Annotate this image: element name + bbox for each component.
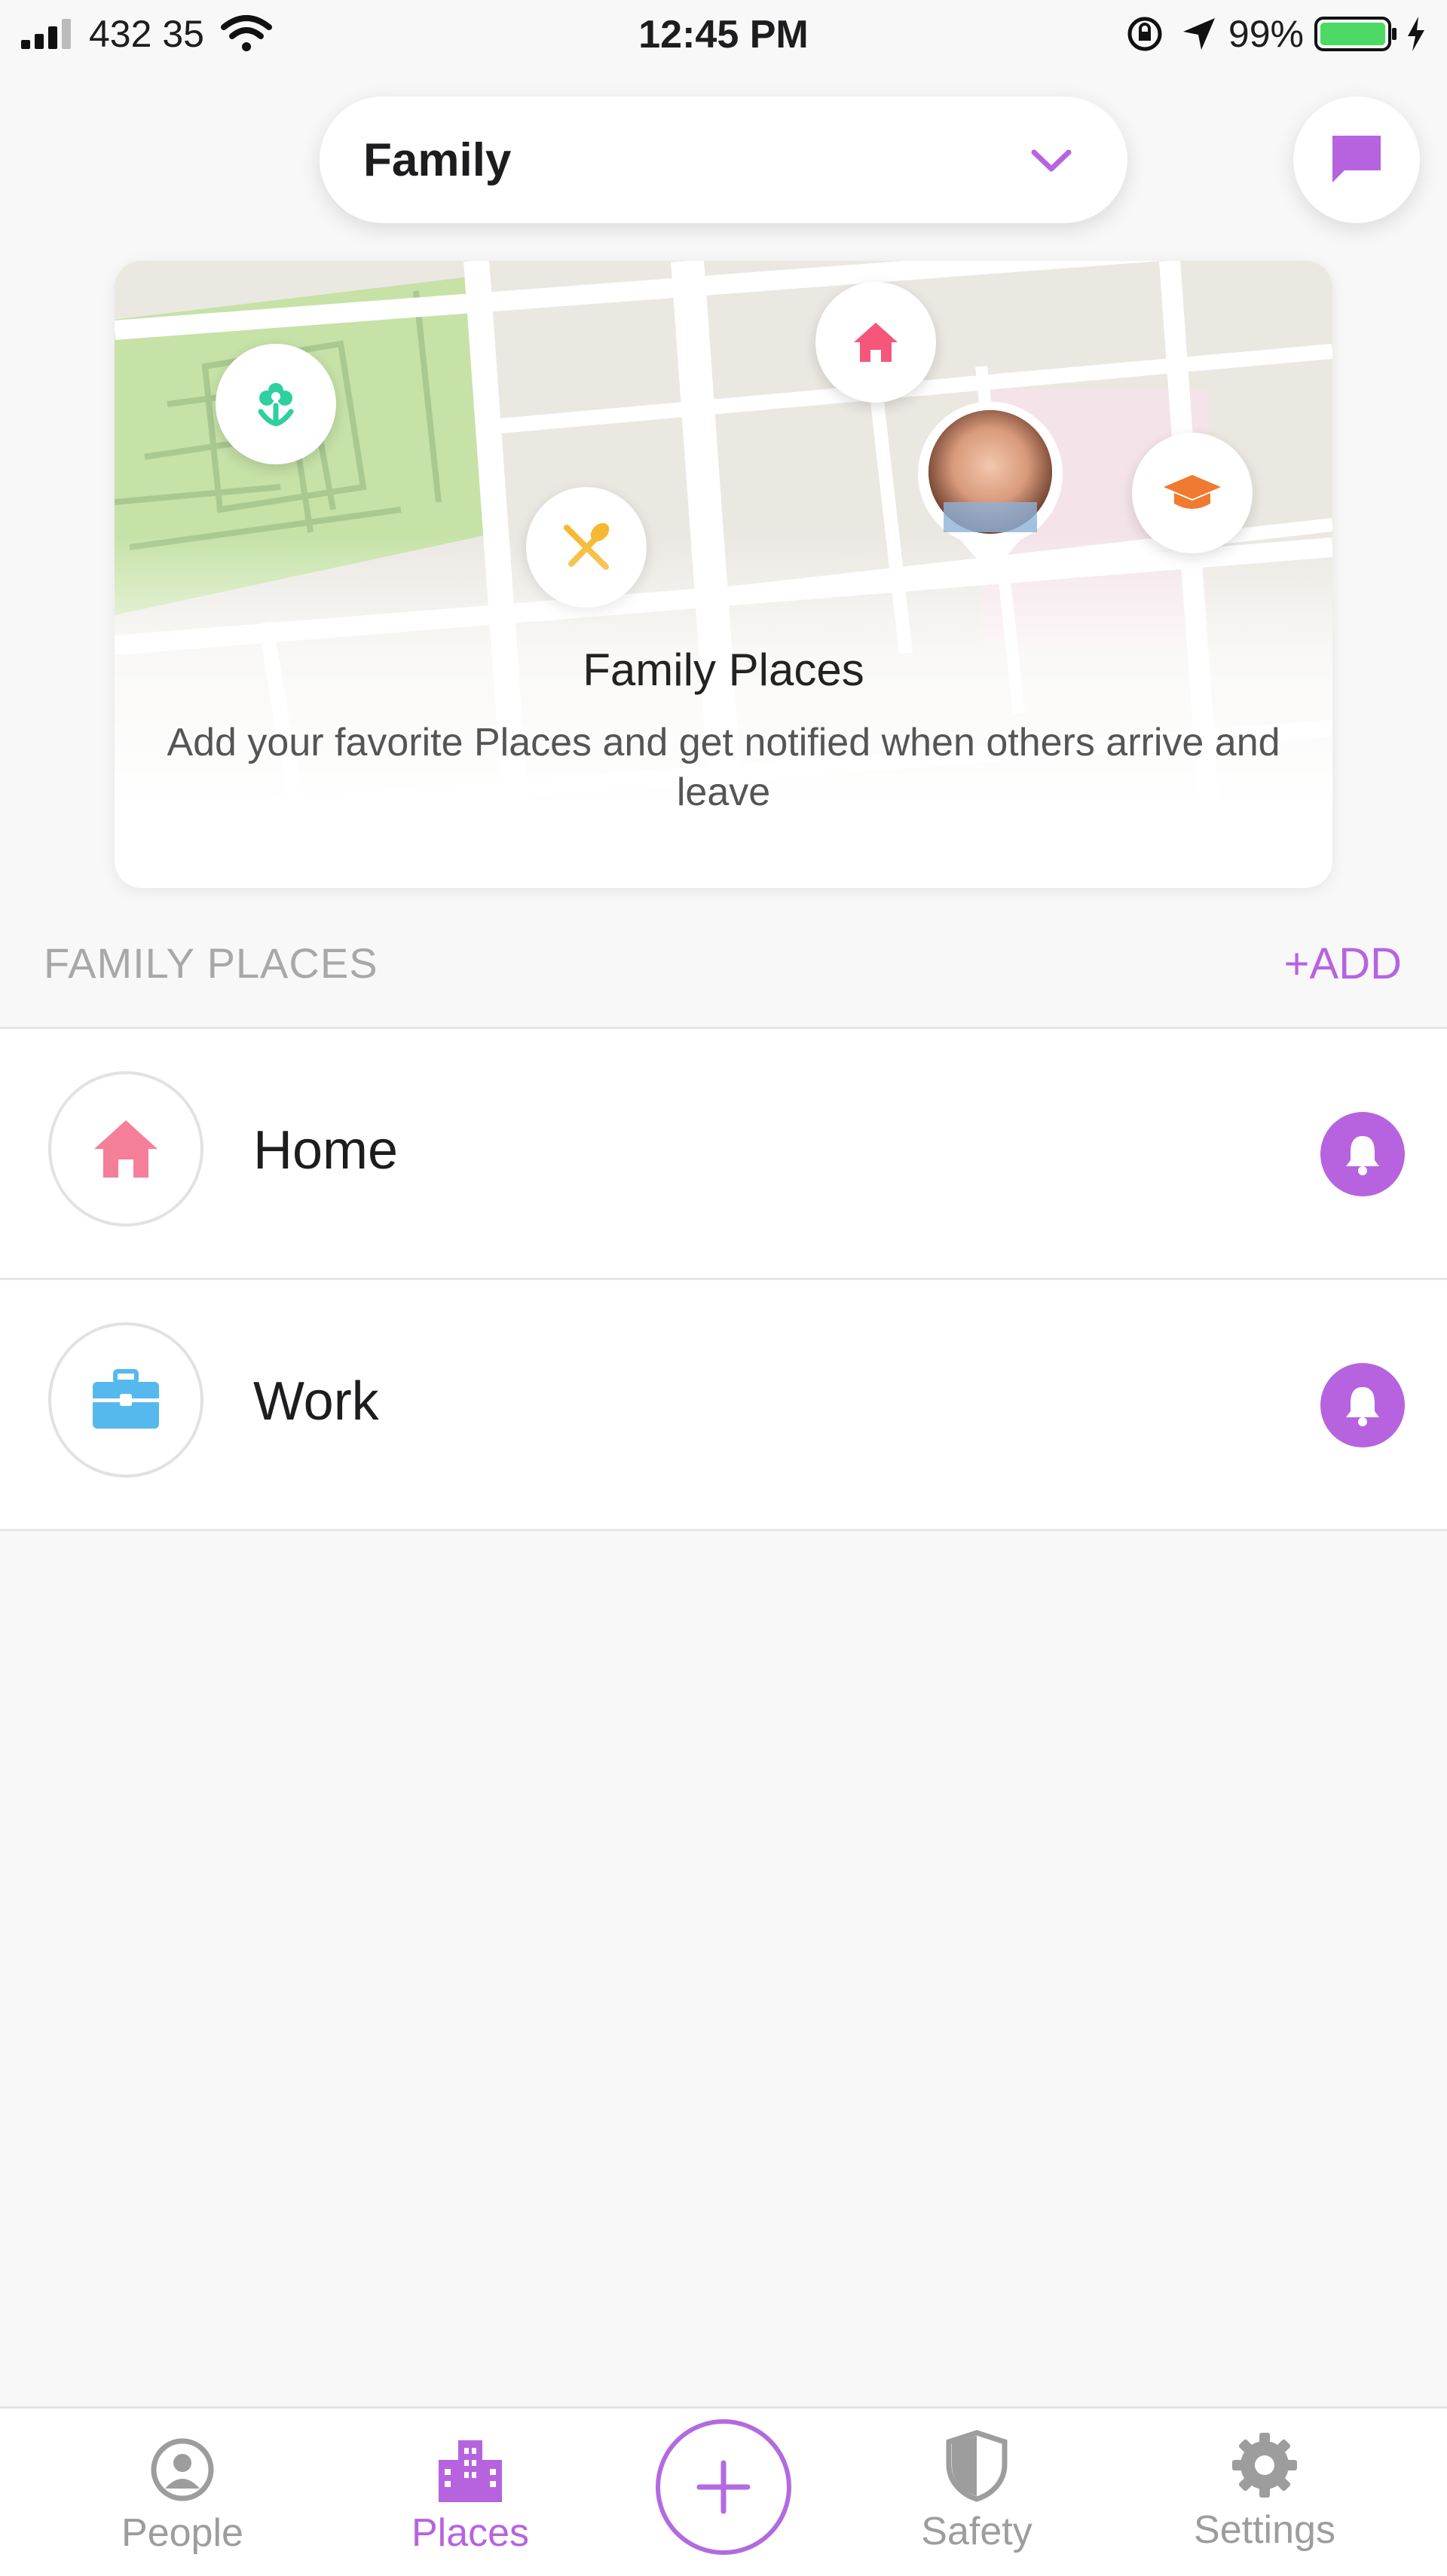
notification-bell-button[interactable] [1320,1363,1405,1447]
map-card-subtitle: Add your favorite Places and get notifie… [167,721,1280,814]
tab-places[interactable]: Places [357,2436,583,2556]
tab-people[interactable]: People [69,2436,295,2556]
charging-bolt-icon [1408,17,1424,51]
add-center-button[interactable] [656,2419,791,2555]
buildings-icon [439,2440,502,2502]
messages-button[interactable] [1293,96,1420,223]
briefcase-icon [93,1369,159,1429]
tab-label: Settings [1194,2508,1335,2552]
tab-label: People [121,2511,243,2555]
tab-bar: People Places Safety Settings [0,2406,1447,2576]
battery-percent: 99% [1228,13,1304,55]
bell-icon [1346,1136,1379,1175]
location-arrow-icon [1182,18,1215,50]
notification-bell-button[interactable] [1320,1112,1405,1196]
home-icon [854,323,898,362]
place-icon-circle [48,1322,203,1478]
gear-icon [1232,2433,1297,2498]
circle-name: Family [363,133,512,186]
place-name: Home [253,1120,399,1181]
map-fade-overlay [115,534,1332,888]
tab-label: Safety [921,2510,1032,2553]
chevron-down-icon [1031,149,1072,172]
graduation-cap-icon [1164,475,1221,509]
shield-icon [946,2430,1008,2502]
status-right: 99% [1126,12,1427,56]
place-icon-circle [48,1071,203,1227]
person-icon [151,2438,214,2501]
places-list: Home Work [0,1027,1447,1531]
family-places-map-card: Family Places Add your favorite Places a… [115,261,1332,888]
bell-icon [1346,1387,1379,1426]
place-row-work[interactable]: Work [0,1280,1447,1531]
chat-bubble-icon [1332,136,1381,182]
add-place-button[interactable]: +ADD [1284,939,1402,989]
tab-label: Places [411,2511,530,2555]
tab-safety[interactable]: Safety [864,2430,1090,2554]
flower-icon [258,383,294,427]
plus-icon [696,2460,751,2514]
tab-settings[interactable]: Settings [1152,2430,1378,2553]
section-title: FAMILY PLACES [44,939,378,987]
map-pin-home [815,282,936,403]
place-name: Work [253,1371,379,1432]
map-card-title: Family Places [583,645,864,695]
map-pin-park [216,344,336,464]
circle-selector-dropdown[interactable]: Family [320,96,1127,223]
battery-icon [1314,17,1397,51]
orientation-lock-icon [1127,17,1162,51]
place-row-home[interactable]: Home [0,1029,1447,1280]
status-bar: 432 35 12:45 PM 99% [0,0,1447,75]
home-icon [94,1120,158,1178]
